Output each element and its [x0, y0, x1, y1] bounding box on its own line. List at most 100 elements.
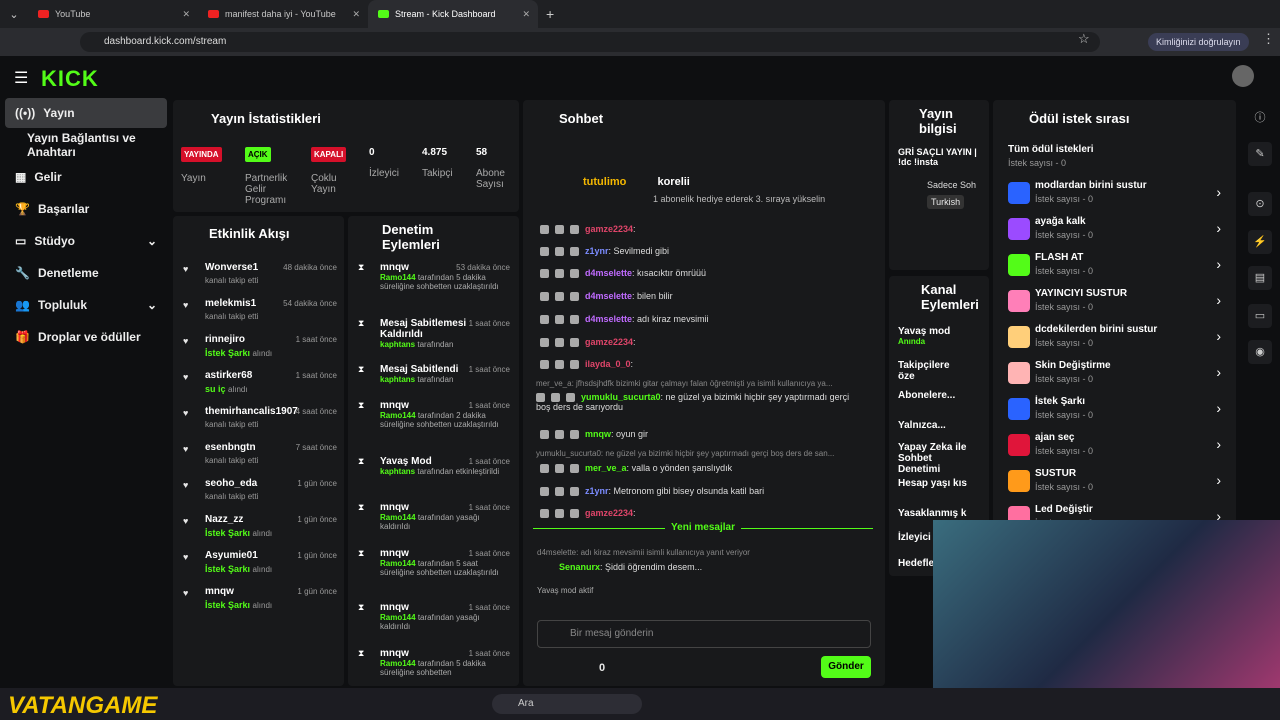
- chat-user[interactable]: gamze2234: [585, 224, 633, 234]
- delete-icon[interactable]: [540, 315, 549, 325]
- chat-user[interactable]: d4mselette: [585, 314, 632, 324]
- close-icon[interactable]: ✕: [182, 9, 190, 20]
- chat-user[interactable]: ilayda_0_0: [585, 359, 631, 369]
- delete-icon[interactable]: [540, 292, 549, 302]
- chat-user[interactable]: z1ynr: [585, 246, 609, 256]
- tab-list-icon[interactable]: ⌄: [0, 8, 28, 21]
- activity-name[interactable]: Nazz_zz: [205, 514, 243, 525]
- kick-logo[interactable]: KICK: [41, 66, 99, 92]
- sidebar-item-droplar[interactable]: 🎁 Droplar ve ödüller: [5, 322, 167, 352]
- timeout-icon[interactable]: [555, 487, 564, 497]
- sidebar-item-topluluk[interactable]: 👥 Topluluk ⌄: [5, 290, 167, 320]
- timeout-icon[interactable]: [555, 269, 564, 279]
- chat-icon[interactable]: ▭: [1248, 304, 1272, 328]
- sidebar-item-gelir[interactable]: ▦ Gelir: [5, 162, 167, 192]
- stream-category[interactable]: Sadece Soh: [927, 180, 976, 190]
- reward-item[interactable]: ajan seç İstek sayısı - 0 ›: [1008, 432, 1223, 464]
- ban-icon[interactable]: [566, 393, 575, 403]
- chat-user[interactable]: gamze2234: [585, 337, 633, 347]
- chat-user[interactable]: mer_ve_a: [585, 463, 627, 473]
- close-icon[interactable]: ✕: [352, 9, 360, 20]
- file-icon[interactable]: ▤: [1248, 266, 1272, 290]
- activity-name[interactable]: astirker68: [205, 370, 252, 381]
- delete-icon[interactable]: [540, 225, 549, 235]
- new-messages-divider[interactable]: Yeni mesajlar: [533, 522, 873, 542]
- pen-icon[interactable]: ✎: [1248, 142, 1272, 166]
- timeout-icon[interactable]: [555, 464, 564, 474]
- broadcast-icon[interactable]: ◉: [1248, 340, 1272, 364]
- stream-tag[interactable]: Turkish: [927, 195, 965, 209]
- all-rewards-label[interactable]: Tüm ödül istekleri: [1008, 144, 1094, 155]
- channel-action-item[interactable]: Hesap yaşı kıs: [898, 478, 968, 489]
- pinned-user[interactable]: tutulimo: [583, 176, 626, 188]
- mod-name[interactable]: Yavaş Mod: [380, 456, 432, 467]
- reward-item[interactable]: ayağa kalk İstek sayısı - 0 ›: [1008, 216, 1223, 248]
- activity-name[interactable]: esenbngtn: [205, 442, 256, 453]
- chat-user[interactable]: z1ynr: [585, 486, 609, 496]
- ban-icon[interactable]: [570, 247, 579, 257]
- reward-item[interactable]: YAYINCIYI SUSTUR İstek sayısı - 0 ›: [1008, 288, 1223, 320]
- channel-action-item[interactable]: Yapay Zeka ile Sohbet Denetimi: [898, 442, 968, 475]
- ban-icon[interactable]: [570, 509, 579, 519]
- mod-name[interactable]: Mesaj Sabitlendi: [380, 364, 458, 375]
- channel-action-item[interactable]: Yalnızca...: [898, 420, 968, 431]
- verify-button[interactable]: Kimliğinizi doğrulayın: [1148, 33, 1249, 51]
- activity-name[interactable]: themirhancalis1907: [205, 406, 298, 417]
- ban-icon[interactable]: [570, 487, 579, 497]
- ban-icon[interactable]: [570, 225, 579, 235]
- chat-input[interactable]: Bir mesaj gönderin: [537, 620, 871, 648]
- hamburger-icon[interactable]: ☰: [14, 68, 28, 88]
- ban-icon[interactable]: [570, 430, 579, 440]
- new-tab-icon[interactable]: +: [546, 6, 554, 22]
- mod-name[interactable]: Mesaj Sabitlemesi Kaldırıldı: [380, 318, 466, 340]
- pinned-user2[interactable]: korelii: [657, 176, 689, 188]
- activity-name[interactable]: Wonverse1: [205, 262, 258, 273]
- url-input[interactable]: dashboard.kick.com/stream: [80, 32, 1100, 52]
- send-button[interactable]: Gönder: [821, 656, 871, 678]
- chat-user[interactable]: d4mselette: [585, 291, 632, 301]
- channel-action-item[interactable]: Takipçilere öze: [898, 360, 968, 382]
- ban-icon[interactable]: [570, 269, 579, 279]
- mod-name[interactable]: mnqw: [380, 548, 409, 559]
- delete-icon[interactable]: [540, 338, 549, 348]
- sidebar-item-denetleme[interactable]: 🔧 Denetleme: [5, 258, 167, 288]
- reward-item[interactable]: modlardan birini sustur İstek sayısı - 0 ›: [1008, 180, 1223, 212]
- timeout-icon[interactable]: [555, 360, 564, 370]
- delete-icon[interactable]: [540, 487, 549, 497]
- ban-icon[interactable]: [570, 464, 579, 474]
- delete-icon[interactable]: [540, 430, 549, 440]
- menu-icon[interactable]: ⋮: [1262, 31, 1275, 47]
- tab-youtube[interactable]: YouTube ✕: [28, 0, 198, 28]
- activity-name[interactable]: seoho_eda: [205, 478, 257, 489]
- activity-name[interactable]: rinnejiro: [205, 334, 245, 345]
- mod-name[interactable]: mnqw: [380, 262, 409, 273]
- timeout-icon[interactable]: [555, 430, 564, 440]
- channel-action-item[interactable]: Yavaş mod Anında: [898, 326, 968, 346]
- taskbar-search[interactable]: Ara: [492, 694, 642, 714]
- sidebar-item-studyo[interactable]: ▭ Stüdyo ⌄: [5, 226, 167, 256]
- timeout-icon[interactable]: [555, 225, 564, 235]
- target-icon[interactable]: ⊙: [1248, 192, 1272, 216]
- reward-item[interactable]: dcdekilerden birini sustur İstek sayısı -…: [1008, 324, 1223, 356]
- delete-icon[interactable]: [540, 360, 549, 370]
- timeout-icon[interactable]: [555, 315, 564, 325]
- mod-name[interactable]: mnqw: [380, 400, 409, 411]
- sidebar-item-stream-key[interactable]: Yayın Bağlantısı ve Anahtarı: [5, 130, 167, 160]
- channel-action-item[interactable]: Abonelere...: [898, 390, 968, 401]
- lightning-icon[interactable]: ⚡: [1248, 230, 1272, 254]
- chat-user[interactable]: gamze2234: [585, 508, 633, 518]
- delete-icon[interactable]: [536, 393, 545, 403]
- channel-action-item[interactable]: Yasaklanmış k: [898, 508, 968, 519]
- delete-icon[interactable]: [540, 269, 549, 279]
- reward-item[interactable]: İstek Şarkı İstek sayısı - 0 ›: [1008, 396, 1223, 428]
- delete-icon[interactable]: [540, 509, 549, 519]
- activity-name[interactable]: Asyumie01: [205, 550, 258, 561]
- sidebar-item-basarilar[interactable]: 🏆 Başarılar: [5, 194, 167, 224]
- reward-item[interactable]: Skin Değiştirme İstek sayısı - 0 ›: [1008, 360, 1223, 392]
- avatar[interactable]: [1232, 65, 1254, 87]
- activity-name[interactable]: melekmis1: [205, 298, 256, 309]
- tab-kick[interactable]: Stream - Kick Dashboard ✕: [368, 0, 538, 28]
- delete-icon[interactable]: [540, 247, 549, 257]
- reward-item[interactable]: FLASH AT İstek sayısı - 0 ›: [1008, 252, 1223, 284]
- timeout-icon[interactable]: [555, 338, 564, 348]
